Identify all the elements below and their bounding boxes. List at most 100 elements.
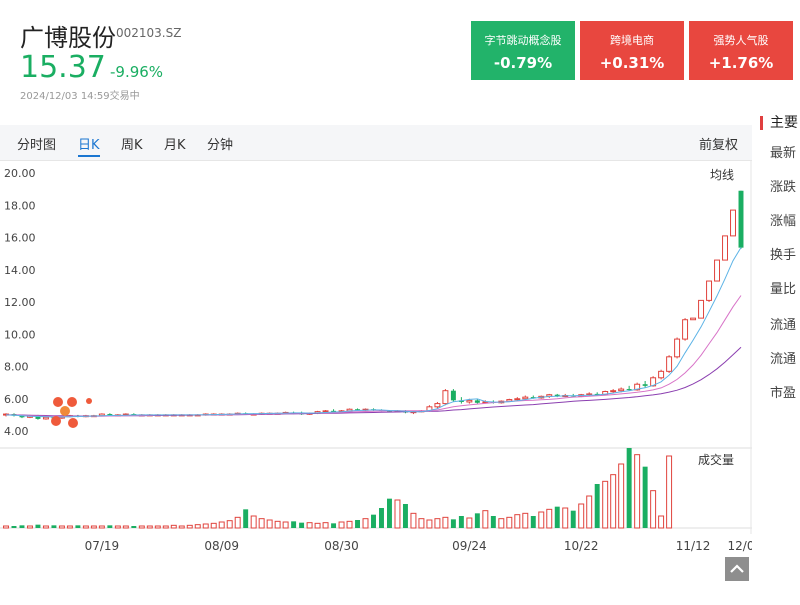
volume-bar bbox=[218, 521, 225, 529]
price-axis: 20.00 18.00 16.00 14.00 12.00 10.00 8.00 6.00 4.… bbox=[4, 167, 36, 438]
volume-bar bbox=[658, 515, 665, 529]
ma10-line bbox=[5, 295, 742, 417]
tab-monthly-k[interactable]: 月K bbox=[164, 134, 186, 153]
volume-bar bbox=[226, 520, 233, 529]
candle-body bbox=[658, 370, 665, 379]
candle-body bbox=[442, 390, 449, 405]
volume-bar bbox=[602, 480, 609, 529]
volume-bar bbox=[243, 509, 249, 528]
scroll-up-button[interactable] bbox=[725, 557, 749, 581]
volume-bar bbox=[66, 525, 73, 529]
volume-bar bbox=[554, 506, 560, 528]
y-tick-label: 4.00 bbox=[4, 425, 29, 438]
tab-weekly-k[interactable]: 周K bbox=[121, 134, 143, 153]
volume-bar bbox=[562, 507, 569, 529]
adjust-selector[interactable]: 前复权 bbox=[699, 134, 738, 153]
volume-bar bbox=[379, 508, 384, 528]
volume-bar bbox=[291, 521, 297, 528]
volume-bar bbox=[114, 525, 121, 529]
candle-body bbox=[722, 235, 728, 261]
x-tick-label: 08/09 bbox=[204, 539, 239, 553]
volume-bar bbox=[642, 466, 648, 528]
tab-intraday[interactable]: 分时图 bbox=[17, 134, 56, 153]
volume-bar bbox=[634, 454, 641, 529]
logo-dot bbox=[53, 397, 63, 407]
volume-bar bbox=[42, 525, 49, 529]
tab-daily-k[interactable]: 日K bbox=[78, 134, 100, 153]
candles bbox=[3, 190, 744, 420]
volume-bar bbox=[154, 525, 161, 529]
volume-bar bbox=[82, 525, 89, 529]
date-axis: 07/19 08/09 08/30 09/24 10/22 11/12 12/0 bbox=[85, 539, 752, 553]
concept-card-1[interactable]: 跨境电商 +0.31% bbox=[580, 21, 684, 80]
concept-name: 强势人气股 bbox=[713, 34, 769, 47]
moving-averages bbox=[5, 247, 742, 418]
volume-bar bbox=[306, 522, 313, 529]
y-tick-label: 8.00 bbox=[4, 361, 29, 374]
candle-body bbox=[474, 400, 480, 403]
candle-body bbox=[690, 317, 697, 321]
volume-bar bbox=[650, 490, 657, 529]
ma5-line bbox=[5, 247, 742, 418]
volume-bar bbox=[162, 525, 169, 529]
kline-chart[interactable]: 20.00 18.00 16.00 14.00 12.00 10.00 8.00 6.00 4.… bbox=[0, 161, 752, 556]
x-tick-label: 10/22 bbox=[564, 539, 599, 553]
candle-body bbox=[666, 356, 673, 372]
volume-bar bbox=[138, 525, 145, 529]
active-tab-indicator bbox=[78, 155, 100, 157]
volume-bar bbox=[618, 463, 625, 529]
volume-bar bbox=[506, 516, 513, 529]
concept-card-0[interactable]: 字节跳动概念股 -0.79% bbox=[471, 21, 575, 80]
sidebar-item: 换手 bbox=[770, 248, 797, 263]
volume-bar bbox=[322, 522, 329, 529]
volume-bar bbox=[355, 520, 360, 528]
y-tick-label: 12.00 bbox=[4, 296, 36, 309]
volume-bar bbox=[346, 520, 353, 529]
stock-price: 15.37 bbox=[20, 50, 106, 85]
volume-bar bbox=[19, 525, 25, 528]
ma20-line bbox=[6, 346, 742, 417]
candle-body bbox=[466, 399, 473, 403]
logo-dot bbox=[60, 406, 70, 416]
candle-body bbox=[706, 280, 713, 301]
volume-bar bbox=[250, 515, 257, 529]
candle-body bbox=[434, 403, 441, 408]
logo-dot bbox=[51, 416, 61, 426]
weibo-logo-icon bbox=[51, 397, 92, 428]
candle-body bbox=[714, 259, 721, 282]
concept-name: 字节跳动概念股 bbox=[484, 34, 562, 47]
concept-value: +1.76% bbox=[708, 54, 774, 72]
sidebar-item: 最新 bbox=[770, 146, 797, 161]
stock-name: 广博股份 bbox=[20, 24, 116, 52]
volume-bar bbox=[546, 508, 553, 529]
volume-bar bbox=[522, 512, 529, 529]
chevron-up-icon bbox=[730, 564, 744, 573]
tab-minute[interactable]: 分钟 bbox=[207, 134, 233, 153]
ma-label[interactable]: 均线 bbox=[710, 168, 734, 182]
candle-body bbox=[682, 319, 689, 340]
candle-body bbox=[42, 416, 49, 420]
logo-dot bbox=[68, 418, 78, 428]
concept-value: +0.31% bbox=[599, 54, 665, 72]
concept-name: 跨境电商 bbox=[610, 34, 654, 47]
volume-bar bbox=[146, 525, 153, 529]
stock-change: -9.96% bbox=[110, 63, 164, 81]
candle-body bbox=[738, 190, 744, 248]
volume-bar bbox=[314, 522, 321, 529]
volume-bar bbox=[450, 519, 456, 528]
volume-bar bbox=[338, 521, 345, 529]
volume-bar bbox=[3, 525, 9, 529]
candle-body bbox=[514, 398, 521, 401]
candle-body bbox=[107, 414, 113, 416]
volume-bar bbox=[258, 518, 265, 529]
logo-dot bbox=[86, 398, 92, 404]
x-tick-label: 12/0 bbox=[728, 539, 752, 553]
volume-bar bbox=[107, 525, 113, 528]
concept-card-2[interactable]: 强势人气股 +1.76% bbox=[689, 21, 793, 80]
sidebar-item: 流通 bbox=[770, 352, 797, 367]
volume-bar bbox=[90, 525, 97, 529]
x-tick-label: 09/24 bbox=[452, 539, 487, 553]
sidebar-item: 量比 bbox=[770, 282, 797, 297]
volume-bar bbox=[75, 525, 81, 528]
volume-bar bbox=[490, 516, 496, 528]
